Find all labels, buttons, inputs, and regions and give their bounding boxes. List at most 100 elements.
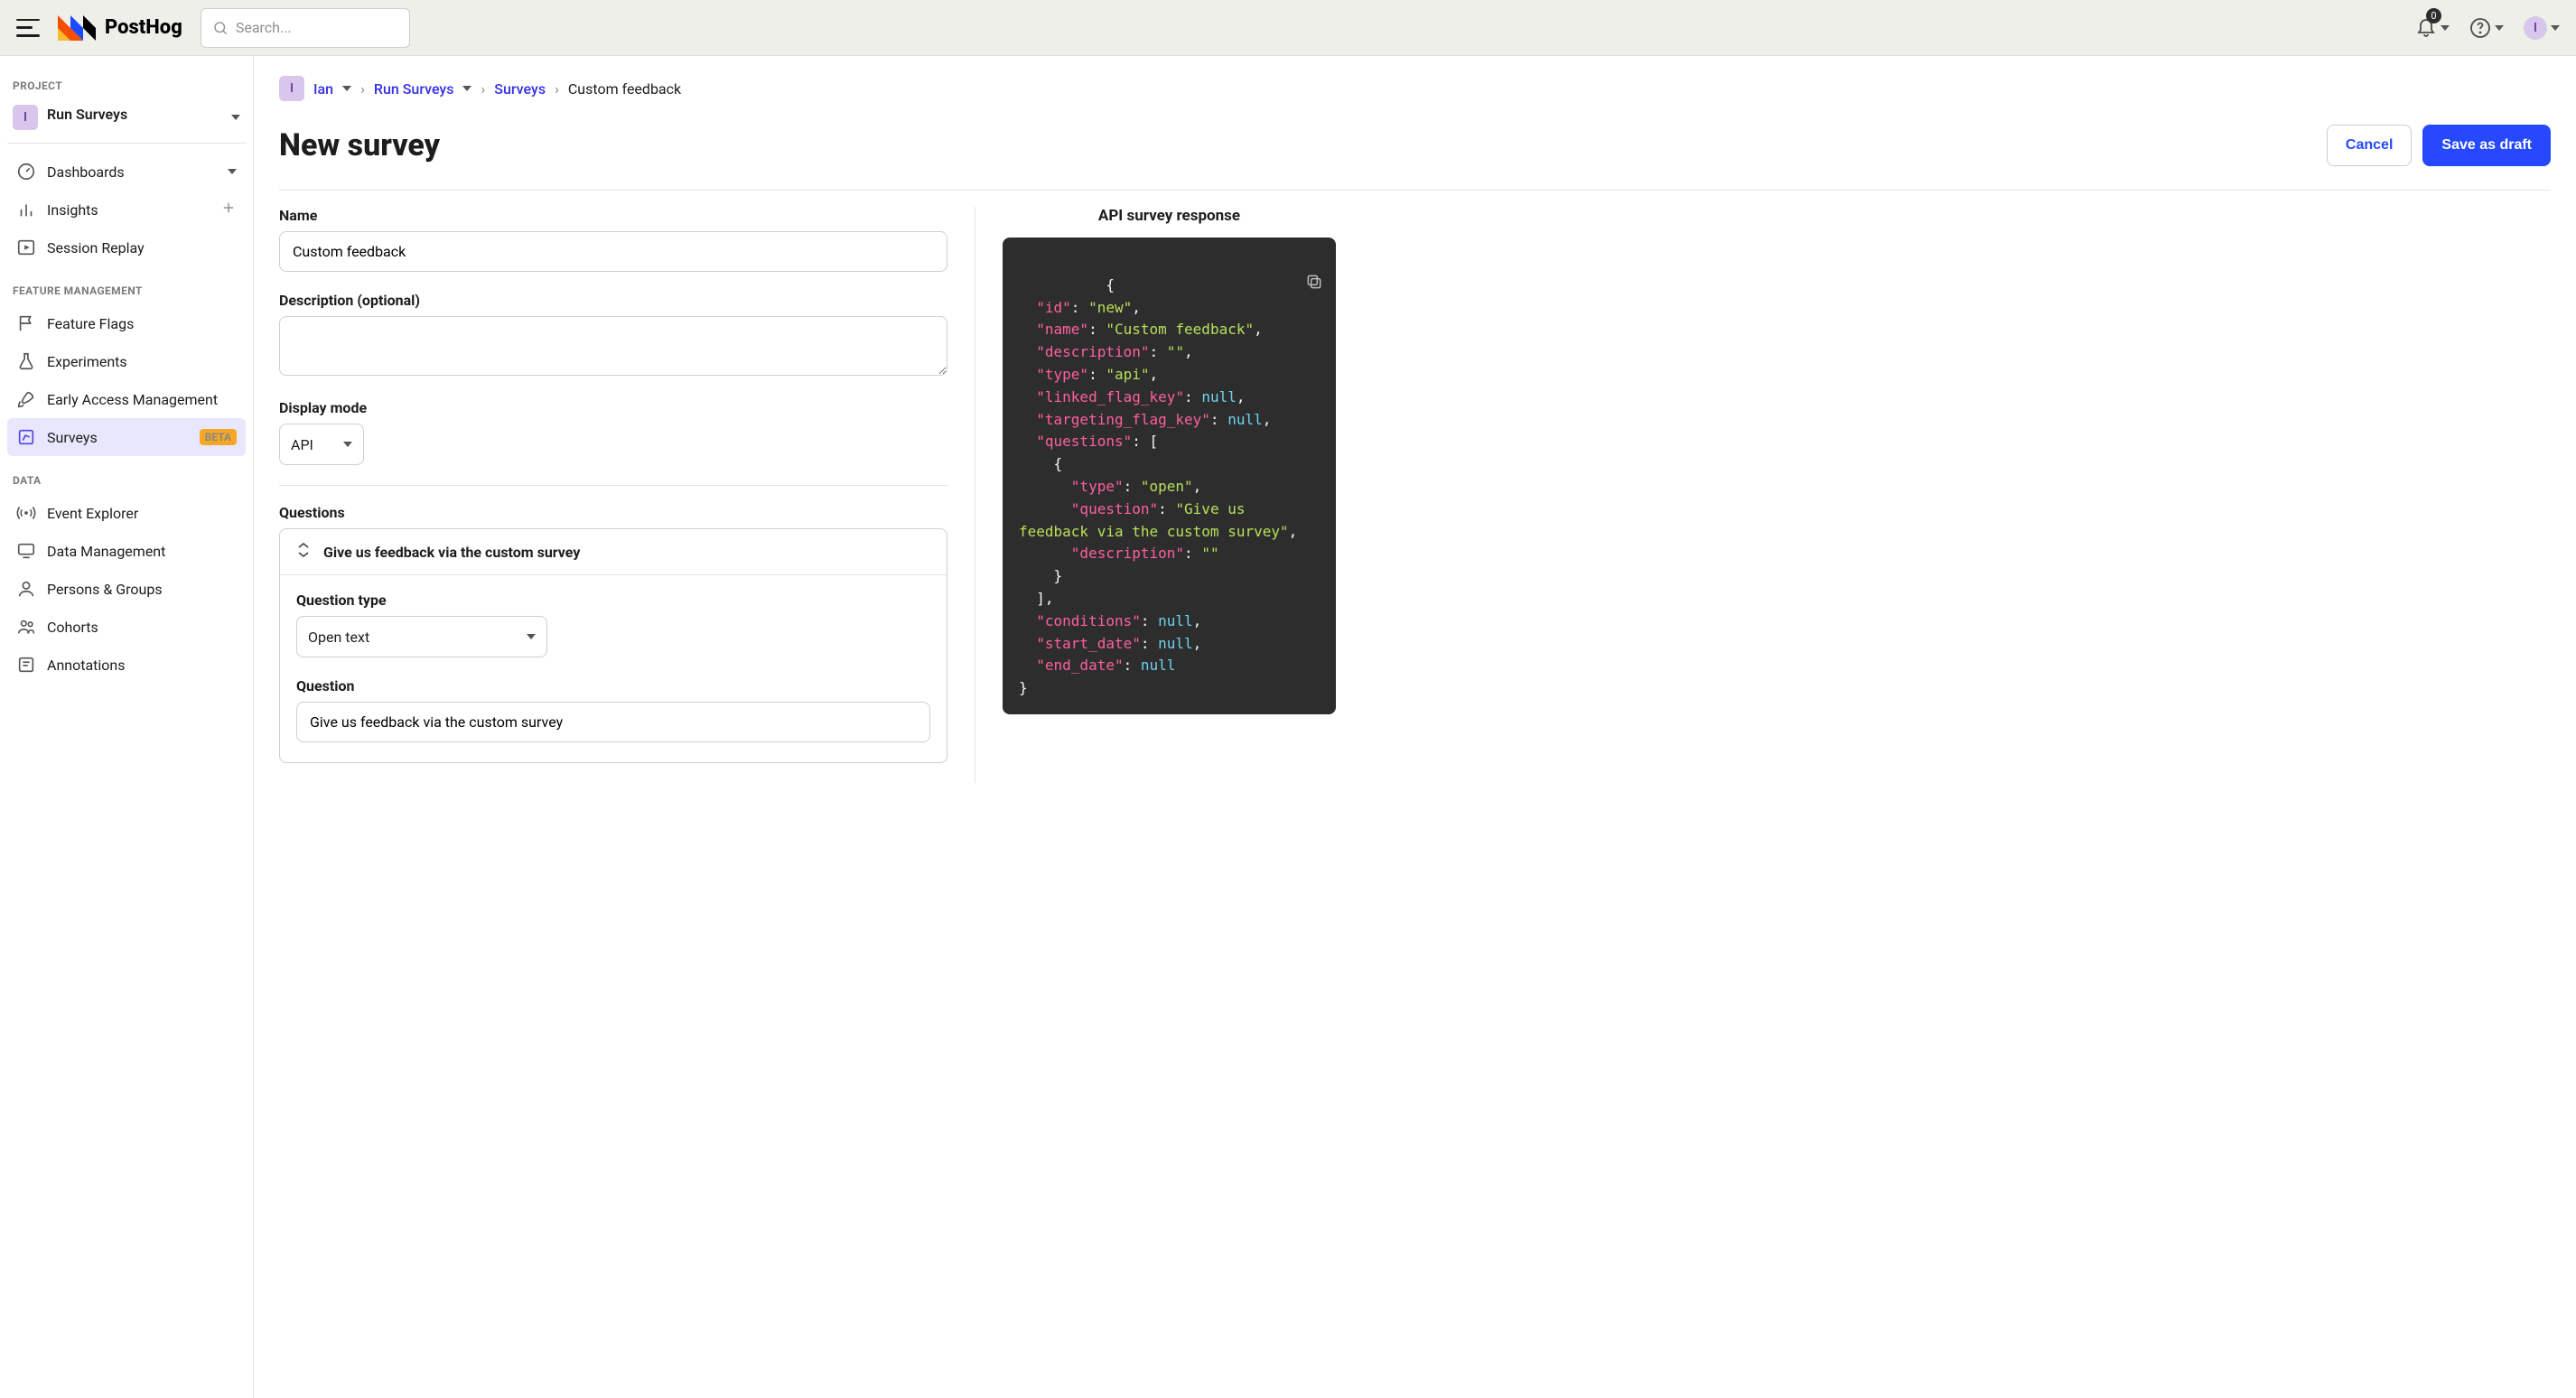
topbar: PostHog Search... 0 I [0,0,2576,56]
sidebar-item-label: Dashboards [47,163,125,181]
account-menu-button[interactable]: I [2524,16,2560,40]
flag-icon [16,313,36,333]
breadcrumb: I Ian › Run Surveys › Surveys › Custom f… [279,76,2551,101]
page-title: New survey [279,127,440,163]
question-type-select[interactable]: Open text [296,616,547,657]
note-icon [16,655,36,675]
sidebar-item-label: Experiments [47,353,127,370]
api-response-title: API survey response [1003,207,1336,225]
breadcrumb-org[interactable]: Ian [313,80,333,98]
question-type-value: Open text [308,629,369,646]
name-label: Name [279,207,947,224]
chevron-down-icon [527,634,536,639]
sidebar-section-project: PROJECT [7,72,246,99]
sidebar-item-surveys[interactable]: Surveys BETA [7,418,246,456]
breadcrumb-current: Custom feedback [568,80,681,98]
sidebar-section-data: DATA [7,467,246,494]
question-title: Give us feedback via the custom survey [323,544,580,561]
sidebar: PROJECT I Run Surveys Dashboards Insight… [0,56,254,1398]
logo[interactable]: PostHog [58,15,182,41]
sidebar-item-label: Persons & Groups [47,581,163,598]
search-icon [212,20,229,36]
question-header[interactable]: Give us feedback via the custom survey [280,529,947,575]
sidebar-item-data-management[interactable]: Data Management [7,532,246,570]
sidebar-item-label: Feature Flags [47,315,134,332]
cancel-button[interactable]: Cancel [2327,125,2412,166]
sidebar-item-cohorts[interactable]: Cohorts [7,608,246,646]
notifications-button[interactable]: 0 [2415,15,2450,41]
chevron-down-icon [2441,25,2450,31]
chevron-down-icon [2551,25,2560,31]
rocket-icon [16,389,36,409]
question-type-label: Question type [296,592,930,609]
sidebar-section-feature: FEATURE MANAGEMENT [7,277,246,304]
people-icon [16,617,36,637]
posthog-logo-icon [58,15,98,41]
breadcrumb-section[interactable]: Surveys [494,80,546,98]
sidebar-item-annotations[interactable]: Annotations [7,646,246,684]
search-input[interactable]: Search... [201,8,410,48]
questions-label: Questions [279,504,947,521]
help-button[interactable] [2469,17,2504,39]
gauge-icon [16,162,36,182]
save-draft-button[interactable]: Save as draft [2422,125,2551,166]
display-mode-value: API [291,436,313,453]
sidebar-item-insights[interactable]: Insights [7,191,246,228]
chevron-down-icon[interactable] [462,86,471,91]
chevron-right-icon: › [555,80,559,98]
chevron-down-icon [2495,25,2504,31]
bar-chart-icon [16,200,36,219]
search-placeholder: Search... [236,19,292,36]
top-right-actions: 0 I [2415,15,2560,41]
sidebar-item-feature-flags[interactable]: Feature Flags [7,304,246,342]
description-label: Description (optional) [279,292,947,309]
sidebar-item-label: Early Access Management [47,391,218,408]
api-response-panel: API survey response { "id": "new", "name… [975,207,1336,783]
sidebar-item-label: Data Management [47,543,165,560]
chevron-down-icon[interactable] [342,86,351,91]
sidebar-item-label: Surveys [47,429,98,446]
sidebar-item-label: Cohorts [47,619,98,636]
menu-toggle-button[interactable] [16,19,40,37]
breadcrumb-project[interactable]: Run Surveys [374,80,454,98]
sidebar-item-session-replay[interactable]: Session Replay [7,228,246,266]
question-label: Question [296,677,930,694]
survey-icon [16,427,36,447]
monitor-icon [16,541,36,561]
flask-icon [16,351,36,371]
question-card: Give us feedback via the custom survey Q… [279,528,947,763]
display-mode-label: Display mode [279,399,947,416]
sidebar-item-dashboards[interactable]: Dashboards [7,153,246,191]
display-mode-select[interactable]: API [279,424,364,465]
question-input[interactable] [296,702,930,742]
main-content: I Ian › Run Surveys › Surveys › Custom f… [254,56,2576,1398]
sidebar-item-persons-groups[interactable]: Persons & Groups [7,570,246,608]
chevron-right-icon: › [360,80,365,98]
sidebar-item-label: Insights [47,201,98,219]
project-avatar: I [13,105,38,130]
project-name: Run Surveys [47,106,222,123]
survey-form: Name Description (optional) Display mode… [279,207,947,783]
name-input[interactable] [279,231,947,272]
person-icon [16,579,36,599]
sidebar-item-label: Event Explorer [47,505,138,522]
plus-icon[interactable] [220,200,237,219]
sidebar-item-label: Session Replay [47,239,145,256]
description-input[interactable] [279,316,947,376]
sidebar-item-event-explorer[interactable]: Event Explorer [7,494,246,532]
help-icon [2469,17,2491,39]
project-selector[interactable]: I Run Surveys [7,99,246,144]
breadcrumb-avatar: I [279,76,304,101]
notification-count-badge: 0 [2426,8,2441,23]
logo-text: PostHog [105,16,182,39]
sidebar-item-experiments[interactable]: Experiments [7,342,246,380]
chevron-down-icon [231,115,240,120]
broadcast-icon [16,503,36,523]
avatar: I [2524,16,2547,40]
sidebar-item-early-access[interactable]: Early Access Management [7,380,246,418]
chevron-down-icon [343,442,352,447]
api-response-code: { "id": "new", "name": "Custom feedback"… [1003,238,1336,714]
chevron-down-icon [228,169,237,174]
copy-button[interactable] [1200,250,1323,320]
beta-badge: BETA [200,429,237,445]
